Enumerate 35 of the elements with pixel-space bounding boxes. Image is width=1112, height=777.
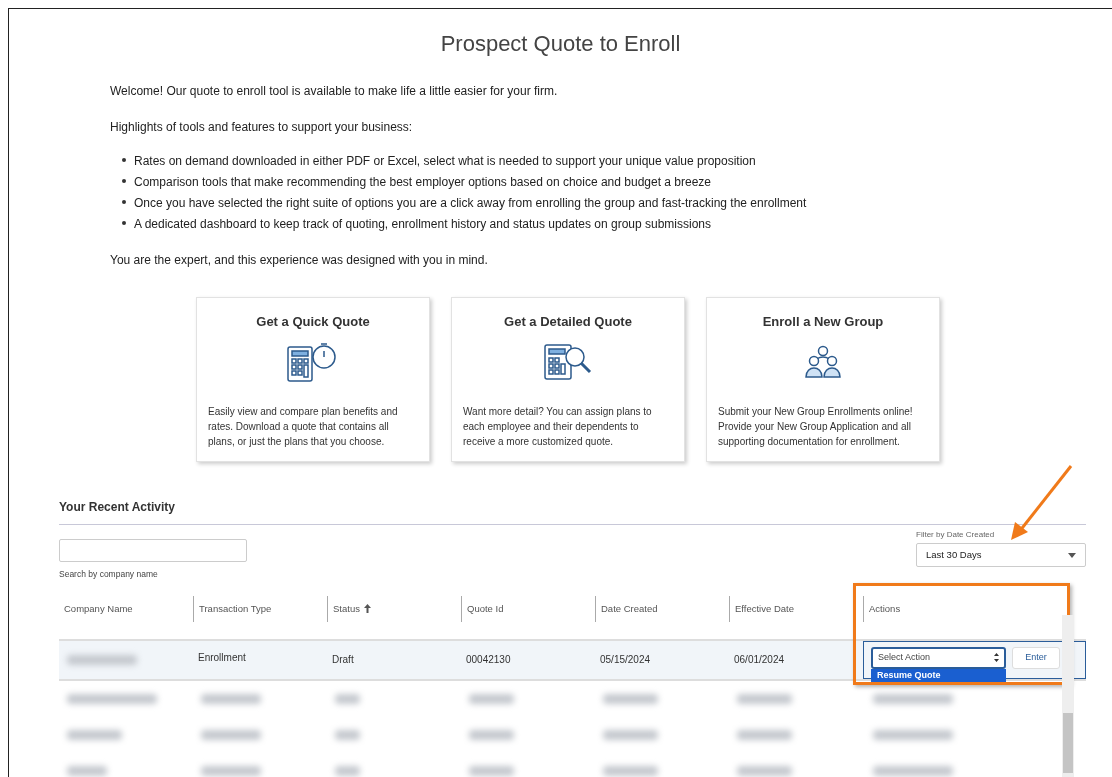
bullet-text: Comparison tools that make recommending the best employer options based on choice and budget a breeze <box>134 174 711 191</box>
table-cell-text: Enrollment <box>197 651 247 666</box>
page-title: Prospect Quote to Enroll <box>439 30 682 58</box>
field-hint: Search by company name <box>59 568 159 581</box>
table-cell-text: 00042130 <box>465 653 512 668</box>
column-header[interactable]: Company Name <box>64 601 133 616</box>
intro-text: Welcome! Our quote to enroll tool is available to make life a little easier for your firm. <box>110 83 559 100</box>
bullet-text: Rates on demand downloaded in either PDF or Excel, select what is needed to support your unique value proposition <box>134 153 756 170</box>
card-title: Enroll a New Group <box>762 313 884 331</box>
bullet-text: Once you have selected the right suite of options you are a click away from enrolling the group and fast-tracking the enrollment <box>134 195 807 212</box>
filter-label: Filter by Date Created <box>916 529 996 541</box>
action-select[interactable]: Select Action <box>871 646 1006 669</box>
enter-button[interactable]: Enter <box>1012 646 1060 669</box>
quote-card[interactable]: Get a Quick Quote Easily view and compare plan benefits and rates. Download a quote that contains all plans, or just the plans that you choose. <box>196 297 430 462</box>
column-header[interactable]: Status <box>333 601 371 616</box>
column-header[interactable]: Date Created <box>601 601 658 616</box>
card-description: Easily view and compare plan benefits and rates. Download a quote that contains all plans, or just the plans that you choose. <box>207 404 399 449</box>
bullet-text: A dedicated dashboard to keep track of quoting, enrollment history and status updates on group submissions <box>134 216 712 233</box>
column-header[interactable]: Effective Date <box>735 601 794 616</box>
quote-card[interactable]: Get a Detailed Quote Want more detail? You can assign plans to each employee and their dependents to receive a more customized quote. <box>451 297 685 462</box>
card-description: Want more detail? You can assign plans to each employee and their dependents to receive a more customized quote. <box>462 404 653 449</box>
table-cell-text: Draft <box>331 653 355 668</box>
date-filter-dropdown[interactable]: Last 30 Days <box>916 543 1086 567</box>
table-cell-text: 06/01/2024 <box>733 653 786 668</box>
column-header[interactable]: Actions <box>869 601 901 616</box>
closing-text: You are the expert, and this experience was designed with you in mind. <box>110 252 489 269</box>
quote-card[interactable]: Enroll a New Group Submit your New Group Enrollments online! Provide your New Group Application and all supporting documentation for enrollment. <box>706 297 940 462</box>
section-heading: Your Recent Activity <box>59 499 177 516</box>
card-title: Get a Detailed Quote <box>504 313 632 331</box>
highlights-heading: Highlights of tools and features to support your business: <box>110 119 414 136</box>
card-description: Submit your New Group Enrollments online! Provide your New Group Application and all supporting documentation for enrollment. <box>717 404 914 449</box>
column-header[interactable]: Quote Id <box>467 601 504 616</box>
card-title: Get a Quick Quote <box>256 313 370 331</box>
table-cell-text: 05/15/2024 <box>599 653 652 668</box>
column-header[interactable]: Transaction Type <box>199 601 272 616</box>
